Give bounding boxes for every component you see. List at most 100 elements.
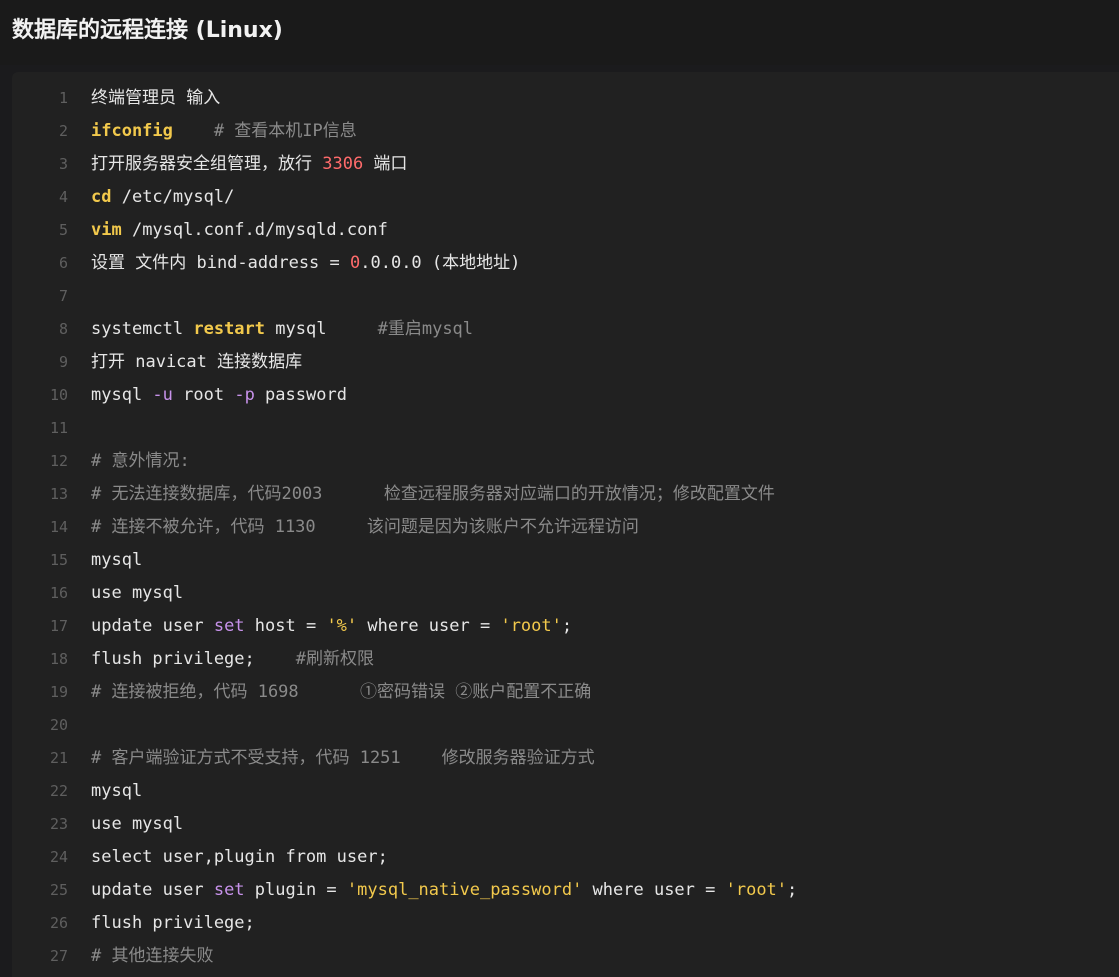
code-line: 6 设置 文件内 bind-address = 0.0.0.0 (本地地址) bbox=[12, 247, 1119, 280]
code-token: 'root' bbox=[500, 616, 562, 636]
code-text: ifconfig # 查看本机IP信息 bbox=[91, 115, 357, 148]
code-text: vim /mysql.conf.d/mysqld.conf bbox=[91, 214, 388, 247]
code-token: use mysql bbox=[91, 814, 184, 834]
code-token: plugin = bbox=[244, 880, 347, 900]
code-line: 16 use mysql bbox=[12, 577, 1119, 610]
code-text: # 无法连接数据库，代码2003 检查远程服务器对应端口的开放情况；修改配置文件 bbox=[91, 478, 775, 511]
code-line: 1 终端管理员 输入 bbox=[12, 82, 1119, 115]
code-line: 18 flush privilege; #刷新权限 bbox=[12, 643, 1119, 676]
code-token: -p bbox=[234, 385, 255, 405]
line-number: 13 bbox=[49, 485, 68, 503]
code-line: 21 # 客户端验证方式不受支持，代码 1251 修改服务器验证方式 bbox=[12, 742, 1119, 775]
line-number: 4 bbox=[58, 188, 68, 206]
code-line: 5 vim /mysql.conf.d/mysqld.conf bbox=[12, 214, 1119, 247]
code-text: use mysql bbox=[91, 577, 183, 610]
code-token: '%' bbox=[326, 616, 358, 636]
code-token: 'mysql_native_password' bbox=[346, 880, 583, 900]
code-text: 打开服务器安全组管理，放行 3306 端口 bbox=[91, 148, 407, 181]
code-token: flush privilege; bbox=[91, 913, 255, 933]
code-line: 12 # 意外情况: bbox=[12, 445, 1119, 478]
line-number: 8 bbox=[58, 320, 68, 338]
code-token: set bbox=[213, 616, 245, 636]
code-text: # 连接被拒绝，代码 1698 ①密码错误 ②账户配置不正确 bbox=[91, 676, 591, 709]
line-number: 19 bbox=[49, 683, 68, 701]
code-token: -u bbox=[152, 385, 173, 405]
code-token: 端口 bbox=[363, 154, 408, 174]
line-number: 18 bbox=[49, 650, 68, 668]
code-line: 20 bbox=[12, 709, 1119, 742]
code-text: cd /etc/mysql/ bbox=[91, 181, 234, 214]
code-line: 25 update user set plugin = 'mysql_native… bbox=[12, 874, 1119, 907]
line-number: 17 bbox=[49, 617, 68, 635]
code-line: 26 flush privilege; bbox=[12, 907, 1119, 940]
code-token: 0 bbox=[350, 253, 361, 273]
code-token: where user = bbox=[582, 880, 726, 900]
code-token: ; bbox=[561, 616, 573, 636]
code-token: 'root' bbox=[725, 880, 788, 900]
code-token: select user,plugin from user; bbox=[91, 847, 388, 867]
code-token: where user = bbox=[357, 616, 501, 636]
code-line: 24 select user,plugin from user; bbox=[12, 841, 1119, 874]
code-line: 7 bbox=[12, 280, 1119, 313]
code-text: mysql -u root -p password bbox=[91, 379, 347, 412]
code-token: root bbox=[172, 385, 235, 405]
code-token: # 客户端验证方式不受支持，代码 1251 修改服务器验证方式 bbox=[91, 748, 595, 768]
line-number: 5 bbox=[58, 221, 68, 239]
line-number: 26 bbox=[49, 914, 68, 932]
code-token: 终端管理员 输入 bbox=[91, 88, 221, 108]
code-token: ifconfig bbox=[91, 121, 173, 141]
code-token: # 无法连接数据库，代码2003 检查远程服务器对应端口的开放情况；修改配置文件 bbox=[91, 484, 775, 504]
line-number: 2 bbox=[58, 122, 68, 140]
line-number: 20 bbox=[49, 716, 68, 734]
line-number: 11 bbox=[49, 419, 68, 437]
code-token: use mysql bbox=[91, 583, 184, 603]
code-text: 终端管理员 输入 bbox=[91, 82, 220, 115]
code-text: mysql bbox=[91, 775, 142, 808]
article-header: 数据库的远程连接 (Linux) bbox=[0, 0, 1119, 65]
line-number: 15 bbox=[49, 551, 68, 569]
code-line: 14 # 连接不被允许，代码 1130 该问题是因为该账户不允许远程访问 bbox=[12, 511, 1119, 544]
code-token: update user bbox=[91, 880, 214, 900]
code-line: 2 ifconfig # 查看本机IP信息 bbox=[12, 115, 1119, 148]
code-token: 设置 文件内 bind-address = bbox=[91, 253, 350, 273]
code-line: 3 打开服务器安全组管理，放行 3306 端口 bbox=[12, 148, 1119, 181]
code-text: update user set host = '%' where user = … bbox=[91, 610, 572, 643]
line-number: 12 bbox=[49, 452, 68, 470]
code-text: # 客户端验证方式不受支持，代码 1251 修改服务器验证方式 bbox=[91, 742, 595, 775]
line-number: 14 bbox=[49, 518, 68, 536]
line-number: 21 bbox=[49, 749, 68, 767]
code-text: # 其他连接失败 bbox=[91, 940, 213, 973]
code-line: 23 use mysql bbox=[12, 808, 1119, 841]
code-token: # 连接被拒绝，代码 1698 ①密码错误 ②账户配置不正确 bbox=[91, 682, 592, 702]
line-number: 1 bbox=[58, 89, 68, 107]
code-line: 13 # 无法连接数据库，代码2003 检查远程服务器对应端口的开放情况；修改配置… bbox=[12, 478, 1119, 511]
code-token: # 连接不被允许，代码 1130 该问题是因为该账户不允许远程访问 bbox=[91, 517, 639, 537]
code-text: systemctl restart mysql #重启mysql bbox=[91, 313, 473, 346]
code-block[interactable]: 1 终端管理员 输入 2 ifconfig # 查看本机IP信息 3 打开服务器安全组管理… bbox=[12, 72, 1119, 977]
code-token: 打开服务器安全组管理，放行 bbox=[91, 154, 323, 174]
line-number: 22 bbox=[49, 782, 68, 800]
code-text: flush privilege; #刷新权限 bbox=[91, 643, 374, 676]
code-token: 3306 bbox=[322, 154, 364, 174]
code-token: # 查看本机IP信息 bbox=[172, 121, 357, 141]
code-token: cd bbox=[91, 187, 112, 207]
code-token: ; bbox=[787, 880, 798, 900]
code-line: 15 mysql bbox=[12, 544, 1119, 577]
code-token: restart bbox=[193, 319, 266, 339]
code-text: mysql bbox=[91, 544, 142, 577]
code-token: .0.0.0 (本地地址) bbox=[360, 253, 521, 273]
code-line: 22 mysql bbox=[12, 775, 1119, 808]
line-number: 16 bbox=[49, 584, 68, 602]
code-line: 17 update user set host = '%' where user … bbox=[12, 610, 1119, 643]
code-line: 10 mysql -u root -p password bbox=[12, 379, 1119, 412]
code-token: mysql bbox=[91, 550, 143, 570]
code-text: # 连接不被允许，代码 1130 该问题是因为该账户不允许远程访问 bbox=[91, 511, 639, 544]
code-line: 19 # 连接被拒绝，代码 1698 ①密码错误 ②账户配置不正确 bbox=[12, 676, 1119, 709]
code-token: update user bbox=[91, 616, 214, 636]
code-text: flush privilege; bbox=[91, 907, 255, 940]
code-text: 设置 文件内 bind-address = 0.0.0.0 (本地地址) bbox=[91, 247, 520, 280]
line-number: 9 bbox=[58, 353, 68, 371]
code-text: update user set plugin = 'mysql_native_p… bbox=[91, 874, 797, 907]
code-line: 8 systemctl restart mysql #重启mysql bbox=[12, 313, 1119, 346]
code-text: # 意外情况: bbox=[91, 445, 190, 478]
